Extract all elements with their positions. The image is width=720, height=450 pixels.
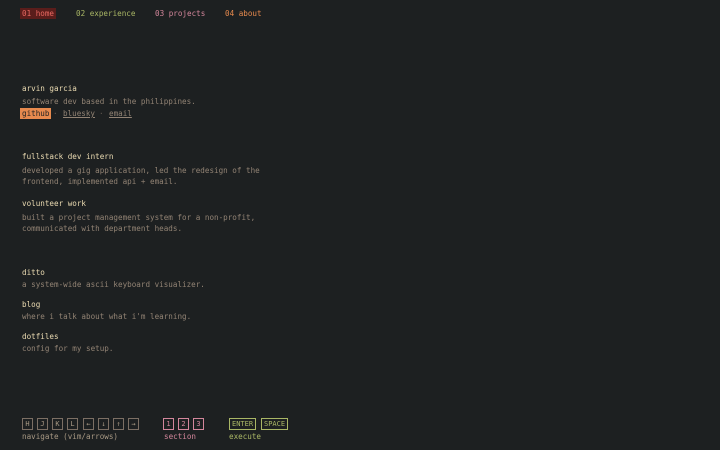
experience-desc-line: frontend, implemented api + email. — [22, 177, 178, 186]
nav-item-home[interactable]: 01 home — [20, 8, 57, 19]
section-label: section — [164, 432, 197, 441]
experience-desc-line: developed a gig application, led the red… — [22, 166, 260, 175]
key-3: 3 — [193, 418, 204, 430]
key-up-arrow: ↑ — [113, 418, 124, 430]
key-k: K — [52, 418, 63, 430]
github-link[interactable]: github — [20, 108, 52, 119]
link-separator: · — [53, 109, 58, 118]
key-space: SPACE — [261, 418, 289, 430]
key-1: 1 — [163, 418, 174, 430]
key-h: H — [22, 418, 33, 430]
navigate-label: navigate (vim/arrows) — [22, 432, 119, 441]
bluesky-link[interactable]: bluesky — [63, 108, 95, 119]
project-desc: a system-wide ascii keyboard visualizer. — [22, 280, 205, 289]
key-left-arrow: ← — [83, 418, 94, 430]
experience-title[interactable]: volunteer work — [22, 198, 86, 209]
nav-item-projects[interactable]: 03 projects — [153, 8, 207, 19]
key-right-arrow: → — [128, 418, 139, 430]
project-title-dotfiles[interactable]: dotfiles — [22, 331, 59, 342]
key-l: L — [67, 418, 78, 430]
key-2: 2 — [178, 418, 189, 430]
project-title-blog[interactable]: blog — [22, 299, 40, 310]
page: 01 home 02 experience 03 projects 04 abo… — [0, 0, 720, 450]
execute-label: execute — [229, 432, 262, 441]
project-title-ditto[interactable]: ditto — [22, 267, 45, 278]
profile-name: arvin garcia — [22, 84, 77, 93]
project-desc: config for my setup. — [22, 344, 114, 353]
email-link[interactable]: email — [109, 108, 132, 119]
project-desc: where i talk about what i'm learning. — [22, 312, 192, 321]
nav-item-experience[interactable]: 02 experience — [74, 8, 137, 19]
key-down-arrow: ↓ — [98, 418, 109, 430]
link-separator: · — [99, 109, 104, 118]
profile-tagline: software dev based in the philippines. — [22, 97, 196, 106]
experience-desc-line: built a project management system for a … — [22, 213, 256, 222]
nav-item-about[interactable]: 04 about — [223, 8, 264, 19]
experience-desc-line: communicated with department heads. — [22, 224, 183, 233]
key-j: J — [37, 418, 48, 430]
experience-title[interactable]: fullstack dev intern — [22, 151, 113, 162]
key-enter: ENTER — [229, 418, 257, 430]
